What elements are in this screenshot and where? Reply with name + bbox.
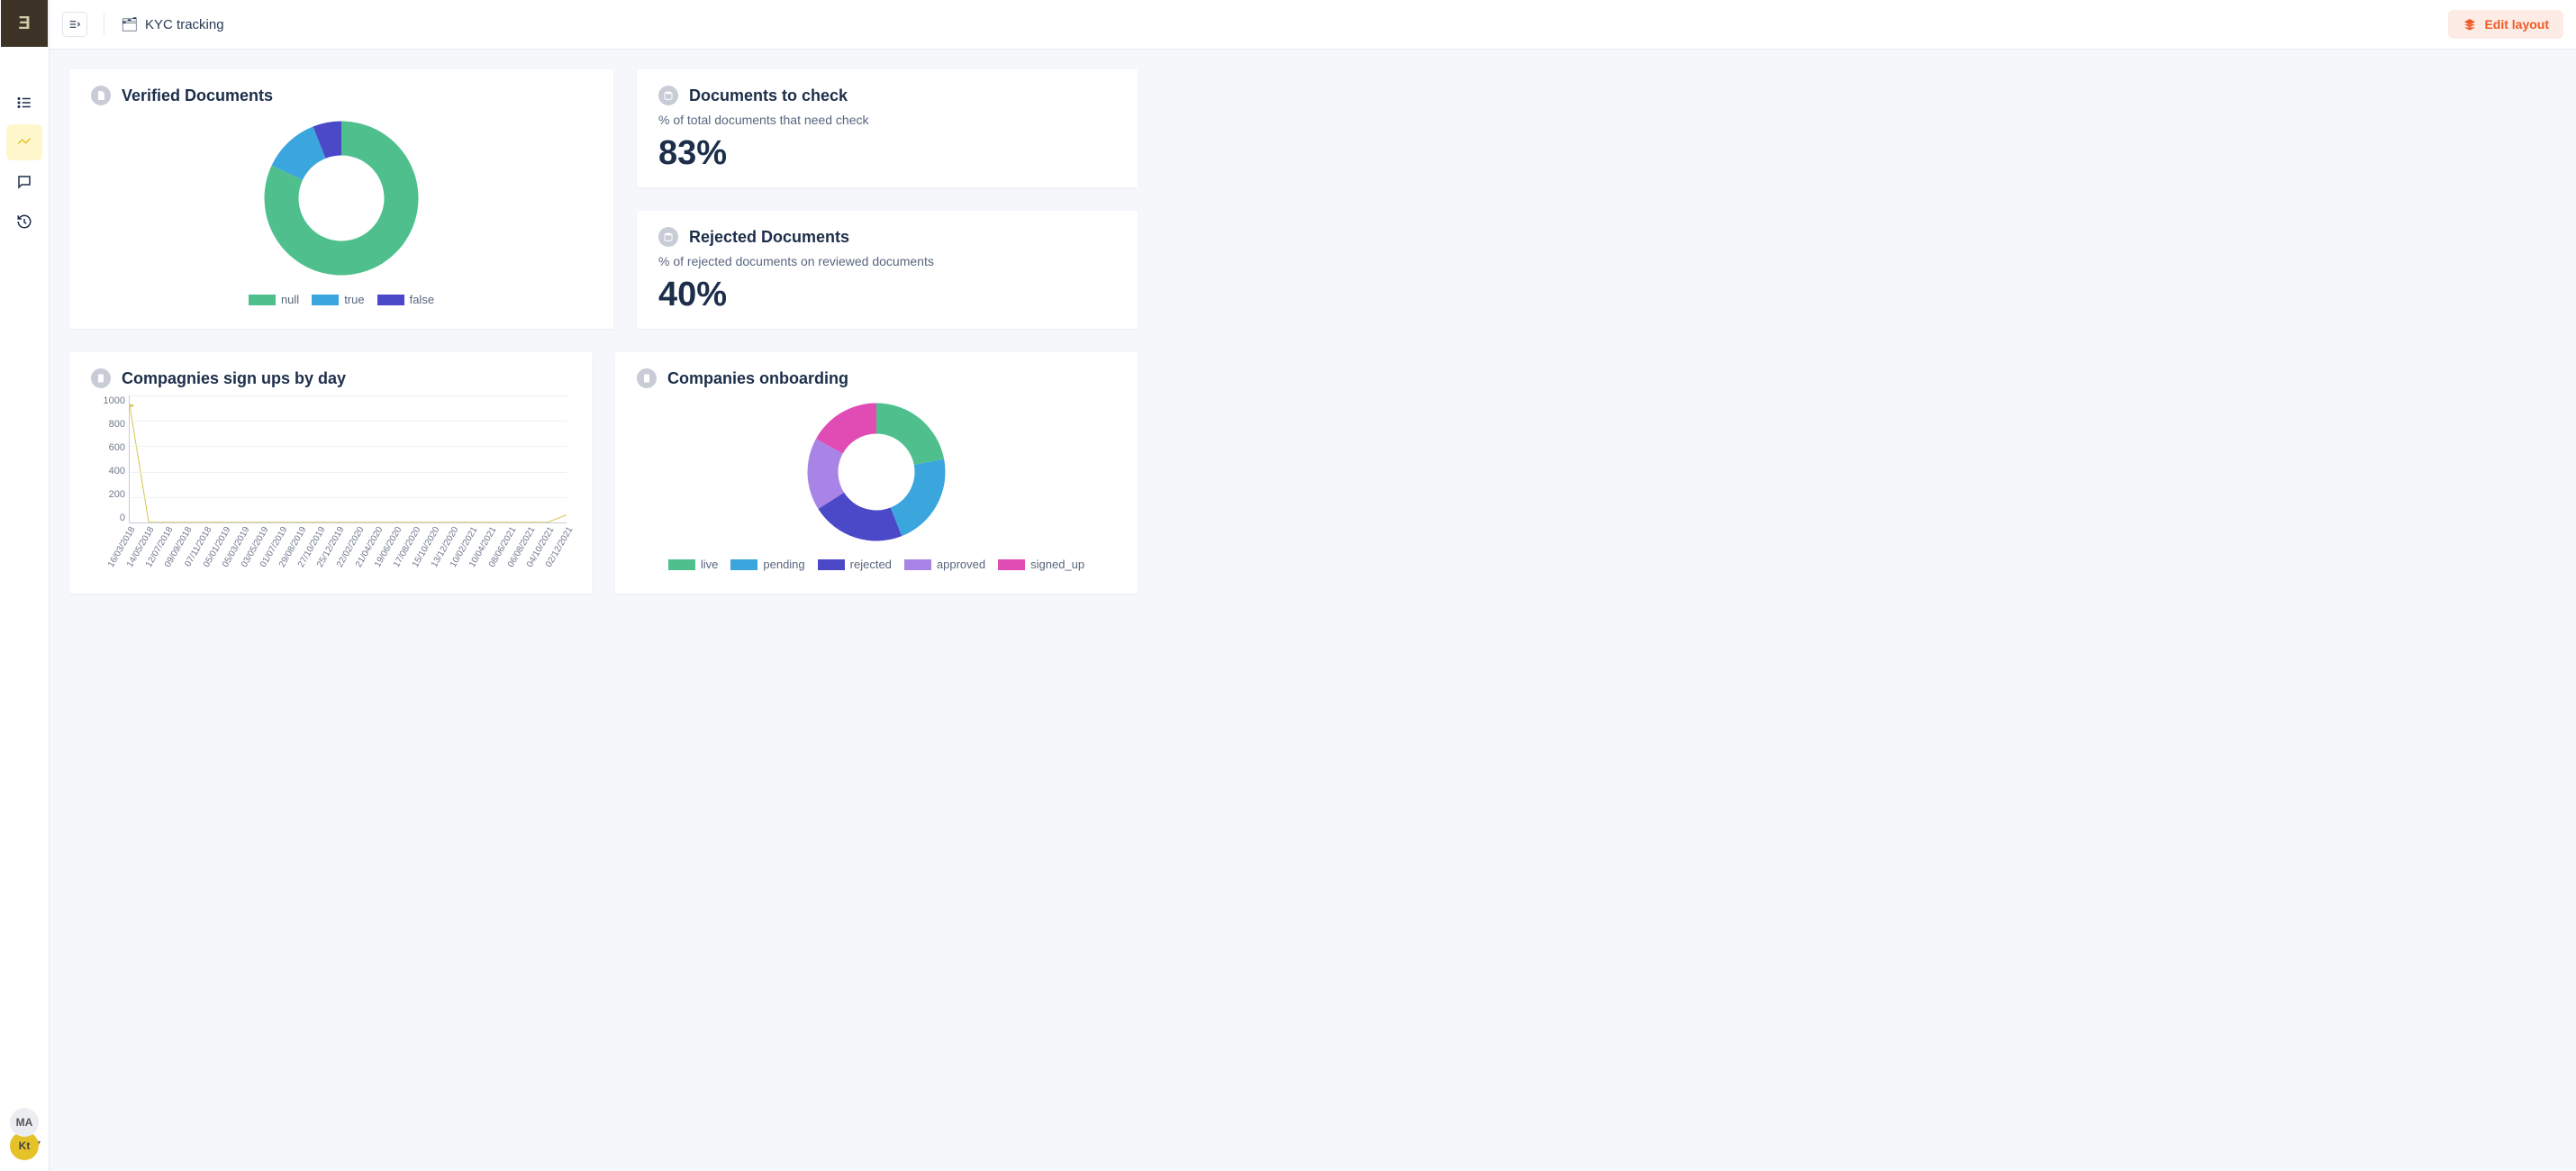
layers-icon [2463,17,2477,32]
nav-data-icon[interactable] [6,85,42,121]
legend-label: live [701,558,719,571]
legend-item[interactable]: pending [730,558,804,571]
chart-legend: live pending rejected approved signed_up [668,558,1084,571]
page-title: KYC tracking [145,17,224,32]
y-tick: 200 [91,489,125,500]
card-subtitle: % of rejected documents on reviewed docu… [658,254,1116,268]
card-title: Compagnies sign ups by day [122,369,346,388]
card-title: Verified Documents [122,86,273,105]
line-chart-signups: 10008006004002000 16/03/201814/05/201812… [91,395,570,549]
card-rejected-documents: Rejected Documents % of rejected documen… [637,211,1138,329]
y-tick: 0 [91,513,125,523]
tablet-icon [637,368,657,388]
card-companies-onboarding: Companies onboarding live pending rejected… [615,352,1138,594]
legend-item[interactable]: false [377,293,434,306]
donut-chart-verified [256,113,427,284]
database-icon [658,227,678,247]
card-signups-by-day: Compagnies sign ups by day 1000 800 600 400… [69,352,592,594]
legend-label: true [344,293,364,306]
edit-layout-button[interactable]: Edit layout [2448,10,2563,39]
database-icon [658,86,678,105]
legend-item[interactable]: signed_up [998,558,1084,571]
left-sidebar: Ǝ MA Kt ▾ [0,0,50,1171]
dashboard-content: Verified Documents null true false [50,50,1157,613]
legend-swatch [377,295,404,305]
topbar: 🗂 KYC tracking Edit layout [50,0,2576,50]
card-verified-documents: Verified Documents null true false [69,69,613,329]
legend-label: rejected [850,558,892,571]
chart-legend: null true false [249,293,434,306]
legend-label: signed_up [1030,558,1084,571]
y-tick: 400 [91,466,125,477]
page-emoji-icon: 🗂 [121,16,138,32]
y-tick: 600 [91,442,125,453]
card-title: Rejected Documents [689,228,849,247]
brand-logo-glyph: Ǝ [18,14,30,34]
nav-chat-icon[interactable] [6,164,42,200]
stat-value: 40% [658,276,1116,314]
edit-layout-label: Edit layout [2484,17,2549,32]
legend-swatch [312,295,339,305]
document-icon [91,86,111,105]
brand-logo[interactable]: Ǝ [1,0,48,47]
nav-analytics-icon[interactable] [6,124,42,160]
legend-label: approved [937,558,985,571]
stat-value: 83% [658,134,1116,173]
legend-item[interactable]: live [668,558,719,571]
legend-swatch [998,559,1025,570]
tablet-icon [91,368,111,388]
avatar: MA [10,1108,39,1137]
legend-swatch [818,559,845,570]
toggle-sidebar-button[interactable] [62,12,87,37]
nav-history-icon[interactable] [6,204,42,240]
legend-swatch [249,295,276,305]
legend-item[interactable]: approved [904,558,985,571]
legend-item[interactable]: true [312,293,364,306]
legend-label: null [281,293,299,306]
card-documents-to-check: Documents to check % of total documents … [637,69,1138,187]
card-subtitle: % of total documents that need check [658,113,1116,127]
legend-item[interactable]: rejected [818,558,892,571]
legend-label: pending [763,558,804,571]
legend-swatch [904,559,931,570]
sidebar-user-stack[interactable]: MA Kt ▾ [10,1108,39,1160]
y-tick: 800 [91,419,125,430]
legend-swatch [668,559,695,570]
card-title: Companies onboarding [667,369,848,388]
breadcrumb[interactable]: 🗂 KYC tracking [121,16,224,32]
donut-chart-onboarding [800,395,953,549]
y-tick: 1000 [91,395,125,406]
card-title: Documents to check [689,86,848,105]
legend-item[interactable]: null [249,293,299,306]
legend-swatch [730,559,757,570]
legend-label: false [410,293,434,306]
